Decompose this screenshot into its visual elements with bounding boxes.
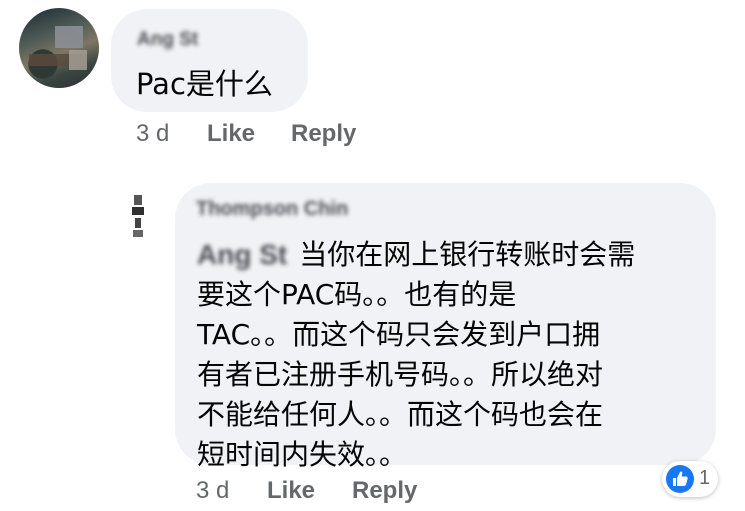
like-button[interactable]: Like: [207, 120, 255, 148]
avatar[interactable]: [19, 8, 99, 88]
avatar-pixel: [134, 195, 142, 205]
comment-text-line: 要这个PAC码。。也有的是: [197, 278, 517, 311]
comment-text-line: TAC。。而这个码只会发到户口拥: [197, 318, 601, 351]
comment-text: Ang St 当你在网上银行转账时会需 要这个PAC码。。也有的是 TAC。。而这…: [197, 235, 697, 475]
avatar-pixel: [55, 26, 83, 48]
comment-text: Pac是什么: [136, 67, 273, 101]
mention-tag[interactable]: Ang St: [197, 235, 287, 275]
comment-timestamp[interactable]: 3 d: [136, 120, 169, 148]
reaction-count: 1: [699, 467, 711, 489]
comment-text-line: 不能给任何人。。而这个码也会在: [197, 398, 604, 431]
like-button[interactable]: Like: [267, 477, 315, 505]
thumbs-up-icon: [673, 471, 688, 486]
avatar-pixel: [135, 218, 141, 228]
comment-text-segment: 当你在网上银行转账时会需: [299, 238, 636, 271]
comment-timestamp[interactable]: 3 d: [196, 477, 229, 505]
avatar-pixel: [69, 50, 87, 70]
comment-text-line: 有者已注册手机号码。。所以绝对: [197, 358, 604, 391]
comment-bubble: Ang St Pac是什么: [111, 9, 308, 112]
reaction-summary[interactable]: 1: [662, 461, 718, 497]
reply-button[interactable]: Reply: [291, 120, 356, 148]
comment-author-name[interactable]: Thompson Chin: [196, 198, 348, 221]
like-icon: [666, 465, 694, 493]
avatar-pixel: [133, 230, 143, 237]
comment-author-name[interactable]: Ang St: [137, 29, 198, 51]
comment-bubble: Thompson Chin Ang St 当你在网上银行转账时会需 要这个PAC码…: [175, 183, 716, 471]
comment-text-line: Ang St 当你在网上银行转账时会需: [197, 235, 697, 275]
avatar[interactable]: [113, 191, 163, 241]
avatar-pixel: [132, 207, 144, 215]
comment-text-line: 短时间内失效。。: [197, 438, 408, 471]
reply-button[interactable]: Reply: [352, 477, 417, 505]
